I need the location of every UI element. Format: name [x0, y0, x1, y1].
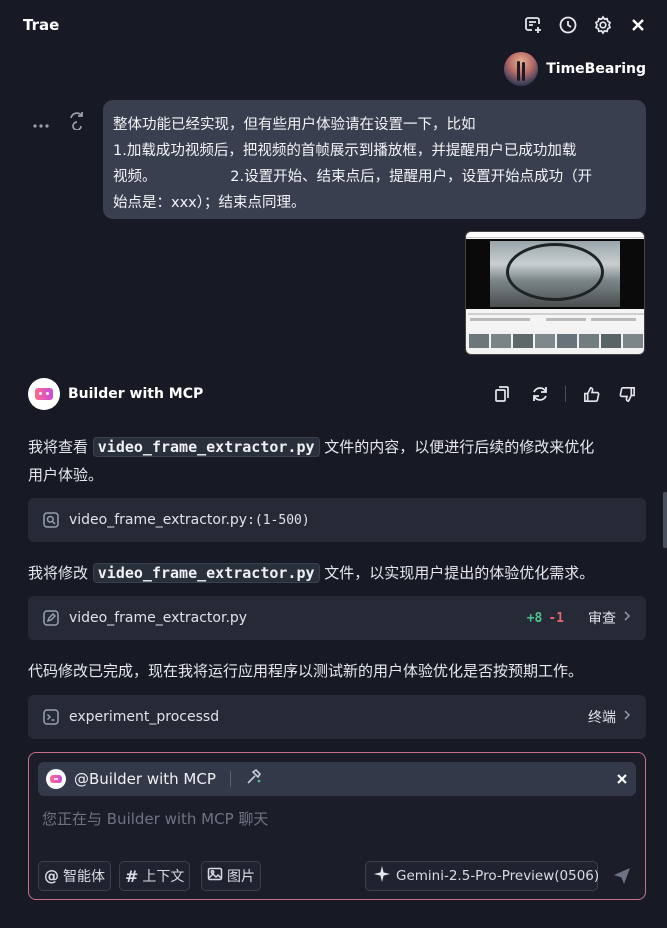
refresh-icon[interactable]	[529, 383, 551, 405]
edit-icon	[42, 609, 60, 627]
close-icon[interactable]	[616, 770, 628, 789]
bot-message-paragraph: 我将修改 video_frame_extractor.py 文件，以实现用户提出…	[28, 559, 658, 587]
sparkle-icon	[374, 866, 390, 886]
thumbs-up-icon[interactable]	[580, 383, 602, 405]
tool-call-terminal[interactable]: experiment_processd 终端	[28, 695, 646, 739]
review-button[interactable]: 审查	[588, 608, 616, 628]
bot-message-paragraph: 代码修改已完成，现在我将运行应用程序以测试新的用户体验优化是否按预期工作。	[28, 662, 584, 680]
image-chip[interactable]: 图片	[201, 861, 261, 891]
tool-file-name: video_frame_extractor.py	[69, 610, 248, 626]
chat-input-box[interactable]: @Builder with MCP 您正在与 Builder with MCP …	[28, 752, 646, 900]
user-name: TimeBearing	[546, 61, 646, 77]
terminal-button[interactable]: 终端	[588, 707, 616, 727]
tool-call-read-file[interactable]: video_frame_extractor.py:(1-500)	[28, 498, 646, 542]
user-message-bubble: 整体功能已经实现，但有些用户体验请在设置一下，比如 1.加载成功视频后，把视频的…	[103, 100, 646, 219]
text-segment: 文件的内容，以便进行后续的修改来优化	[319, 438, 595, 456]
inline-code: video_frame_extractor.py	[92, 437, 320, 457]
send-icon[interactable]	[611, 865, 633, 887]
model-name: Gemini-2.5-Pro-Preview(0506)	[396, 868, 600, 884]
bot-name: Builder with MCP	[68, 386, 204, 402]
bot-avatar	[46, 769, 66, 789]
agent-chip[interactable]: @ 智能体	[38, 861, 111, 891]
tool-actions: +8 -1 审查	[527, 608, 632, 628]
terminal-name: experiment_processd	[69, 709, 220, 725]
chip-label: 智能体	[63, 869, 105, 885]
close-icon[interactable]	[627, 14, 649, 36]
context-chip[interactable]: # 上下文	[119, 861, 191, 891]
model-selector[interactable]: Gemini-2.5-Pro-Preview(0506)	[365, 861, 600, 891]
chevron-right-icon	[622, 709, 632, 725]
text-segment: 我将修改	[28, 564, 93, 582]
chip-label: 上下文	[142, 869, 185, 885]
app-title: Trae	[23, 16, 60, 34]
mention-bar: @Builder with MCP	[38, 762, 636, 796]
text-segment: 我将查看	[28, 438, 93, 456]
new-chat-icon[interactable]	[522, 14, 544, 36]
tool-line-range: :(1-500)	[247, 512, 310, 528]
history-icon[interactable]	[557, 14, 579, 36]
attached-image-thumbnail[interactable]	[465, 231, 645, 355]
terminal-icon	[42, 708, 60, 726]
bot-message-paragraph: 我将查看 video_frame_extractor.py 文件的内容，以便进行…	[28, 433, 646, 489]
user-message-line: 整体功能已经实现，但有些用户体验请在设置一下，比如	[113, 117, 476, 133]
inline-code: video_frame_extractor.py	[92, 563, 320, 583]
divider	[229, 771, 231, 787]
mention-label: @Builder with MCP	[74, 770, 216, 788]
text-segment: 用户体验。	[28, 466, 104, 484]
hash-icon: #	[125, 866, 139, 886]
user-message-line: 始点是：xxx）；结束点同理。	[113, 195, 306, 211]
user-header: TimeBearing	[504, 52, 646, 86]
retry-icon[interactable]	[67, 110, 87, 134]
scrollbar-thumb[interactable]	[663, 492, 667, 548]
bot-header: Builder with MCP	[28, 378, 203, 410]
bot-actions	[491, 383, 638, 405]
chat-input-placeholder[interactable]: 您正在与 Builder with MCP 聊天	[42, 808, 268, 829]
lines-added: +8	[526, 610, 543, 626]
search-icon	[42, 511, 60, 529]
chevron-right-icon	[622, 610, 632, 626]
settings-icon[interactable]	[592, 14, 614, 36]
at-icon: @	[44, 867, 59, 885]
user-message-line: 视频。 2.设置开始、结束点后，提醒用户，设置开始点成功（开	[113, 169, 593, 185]
user-avatar	[504, 52, 539, 86]
lines-removed: -1	[548, 610, 564, 626]
tool-call-edit-file[interactable]: video_frame_extractor.py +8 -1 审查	[28, 596, 646, 640]
tool-file-name: video_frame_extractor.py	[69, 512, 248, 528]
more-icon[interactable]	[33, 113, 49, 132]
tool-actions: 终端	[588, 707, 632, 727]
hammer-icon[interactable]	[245, 768, 263, 790]
action-divider	[565, 386, 566, 402]
image-icon	[207, 866, 223, 886]
chip-label: 图片	[227, 869, 255, 885]
message-actions	[33, 110, 87, 134]
text-segment: 文件，以实现用户提出的体验优化需求。	[319, 564, 595, 582]
bot-avatar	[28, 378, 60, 410]
thumbs-down-icon[interactable]	[616, 383, 638, 405]
copy-icon[interactable]	[491, 383, 513, 405]
user-message-line: 1.加载成功视频后，把视频的首帧展示到播放框，并提醒用户已成功加载	[113, 143, 577, 159]
